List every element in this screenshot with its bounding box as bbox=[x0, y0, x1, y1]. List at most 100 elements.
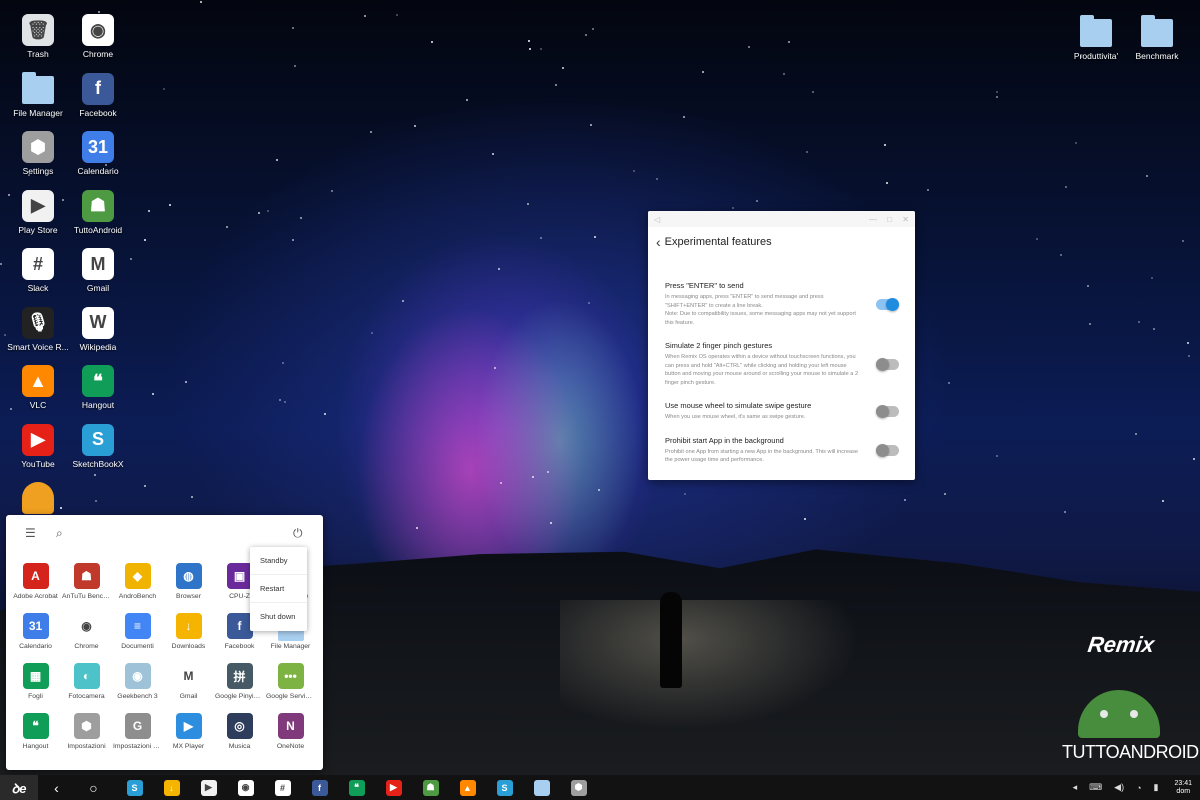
setting-toggle[interactable] bbox=[876, 298, 899, 311]
google-services-icon: ••• bbox=[277, 663, 304, 689]
battery-icon[interactable]: ▮ bbox=[1154, 782, 1159, 793]
wikipedia-icon: W bbox=[82, 306, 114, 339]
app-label: Facebook bbox=[224, 643, 255, 650]
volume-icon[interactable]: ◀) bbox=[1114, 782, 1124, 793]
folder-icon bbox=[22, 71, 54, 105]
icon-glyph: A bbox=[31, 569, 40, 583]
taskbar-vlc-icon[interactable]: ▲ bbox=[459, 779, 476, 796]
setting-description: Prohibit one App from starting a new App… bbox=[665, 448, 858, 464]
desktop-icon-gmail[interactable]: M Gmail bbox=[62, 248, 134, 293]
mx-player-icon: ▶ bbox=[175, 713, 202, 739]
setting-row: Press "ENTER" to send In messaging apps, … bbox=[648, 281, 915, 327]
desktop-icon-sketchbook[interactable]: S SketchBookX bbox=[62, 423, 134, 469]
taskbar-slack-icon[interactable]: # bbox=[274, 779, 291, 796]
start-button[interactable]: ꝺe bbox=[0, 775, 38, 800]
app-chrome[interactable]: ◉ Chrome bbox=[61, 611, 112, 661]
setting-toggle[interactable] bbox=[876, 358, 899, 371]
star bbox=[562, 67, 564, 69]
star bbox=[282, 362, 284, 364]
star bbox=[684, 493, 686, 495]
sort-list-icon[interactable]: ☰ bbox=[25, 526, 36, 540]
app-settings[interactable]: ⬢ Impostazioni bbox=[61, 711, 112, 761]
star bbox=[592, 28, 594, 30]
close-icon[interactable]: ✕ bbox=[902, 215, 909, 224]
app-label: Impostazioni G... bbox=[113, 743, 163, 750]
taskbar-folder-icon[interactable] bbox=[533, 779, 550, 796]
maximize-icon[interactable]: □ bbox=[887, 215, 892, 224]
desktop-icon-tuttoandroid[interactable]: ☗ TuttoAndroid bbox=[62, 189, 134, 235]
clock[interactable]: 23:41 dom bbox=[1174, 780, 1192, 796]
taskbar-sketchbook-icon[interactable]: S bbox=[126, 779, 143, 796]
taskbar-play-store-icon[interactable]: ▶ bbox=[200, 779, 217, 796]
app-pinyin[interactable]: 拼 Google Pinyin I... bbox=[214, 661, 265, 711]
taskbar-youtube-icon[interactable]: ▶ bbox=[385, 779, 402, 796]
star bbox=[1151, 277, 1153, 279]
taskbar-hangout-icon[interactable]: ❝ bbox=[348, 779, 365, 796]
app-androbench[interactable]: ◆ AndroBench bbox=[112, 561, 163, 611]
keyboard-icon[interactable]: ⌨ bbox=[1089, 782, 1102, 793]
nav-back-icon[interactable]: ‹ bbox=[38, 780, 75, 796]
app-label: Adobe Acrobat bbox=[13, 593, 58, 600]
power-icon[interactable]: ⏻ bbox=[293, 526, 303, 541]
shut-down-option[interactable]: Shut down bbox=[250, 603, 307, 631]
desktop-icon-wikipedia[interactable]: W Wikipedia bbox=[62, 306, 134, 352]
icon-glyph: 🎙 bbox=[26, 312, 50, 332]
app-sheets[interactable]: ▦ Fogli bbox=[10, 661, 61, 711]
star bbox=[498, 268, 500, 270]
app-label: Google Pinyin I... bbox=[215, 693, 265, 700]
back-arrow-icon[interactable]: ‹ bbox=[656, 235, 661, 249]
desktop-icon-hangout[interactable]: ❝ Hangout bbox=[62, 365, 134, 410]
app-camera[interactable]: ◐ Fotocamera bbox=[61, 661, 112, 711]
desktop-icon-chrome[interactable]: ◉ Chrome bbox=[62, 14, 134, 59]
app-browser[interactable]: ◍ Browser bbox=[163, 561, 214, 611]
star bbox=[540, 48, 542, 50]
remix-logo: Remix bbox=[1086, 632, 1156, 657]
app-geekbench[interactable]: ◉ Geekbench 3 bbox=[112, 661, 163, 711]
standby-option[interactable]: Standby bbox=[250, 547, 307, 575]
desktop-icon-facebook[interactable]: f Facebook bbox=[62, 72, 134, 118]
app-antutu[interactable]: ☗ AnTuTu Bench... bbox=[61, 561, 112, 611]
restart-option[interactable]: Restart bbox=[250, 575, 307, 603]
app-google-settings[interactable]: G Impostazioni G... bbox=[112, 711, 163, 761]
taskbar-settings-icon[interactable]: ⬢ bbox=[570, 779, 587, 796]
window-header: ‹ Experimental features bbox=[648, 227, 915, 255]
setting-toggle[interactable] bbox=[876, 405, 899, 419]
setting-toggle[interactable] bbox=[876, 444, 899, 457]
icon-glyph: ▶ bbox=[390, 782, 397, 792]
star bbox=[292, 239, 294, 241]
app-calendar[interactable]: 31 Calendario bbox=[10, 611, 61, 661]
star bbox=[466, 99, 468, 101]
window-titlebar[interactable]: ◁ — □ ✕ bbox=[648, 211, 915, 227]
app-music[interactable]: ◎ Musica bbox=[214, 711, 265, 761]
app-docs[interactable]: ≡ Documenti bbox=[112, 611, 163, 661]
setting-title: Press "ENTER" to send bbox=[665, 281, 744, 290]
taskbar-sketchbook-icon[interactable]: S bbox=[496, 779, 513, 796]
star bbox=[294, 65, 296, 67]
app-hangout[interactable]: ❝ Hangout bbox=[10, 711, 61, 761]
icon-glyph: ❝ bbox=[32, 719, 39, 733]
wifi-icon[interactable]: ◔ bbox=[1136, 783, 1141, 793]
browser-icon: ◍ bbox=[175, 563, 202, 589]
taskbar-tuttoandroid-icon[interactable]: ☗ bbox=[422, 779, 439, 796]
desktop-folder-benchmark[interactable]: Benchmark bbox=[1121, 15, 1193, 61]
app-onenote[interactable]: N OneNote bbox=[265, 711, 316, 761]
app-mx-player[interactable]: ▶ MX Player bbox=[163, 711, 214, 761]
tray-expand-icon[interactable]: ◂ bbox=[1073, 782, 1078, 793]
desktop-icon-music[interactable] bbox=[2, 482, 74, 514]
app-google-services[interactable]: ••• Google Service... bbox=[265, 661, 316, 711]
minimize-icon[interactable]: — bbox=[869, 215, 877, 224]
camera-icon: ◐ bbox=[73, 663, 100, 689]
experimental-features-window: ◁ — □ ✕ ‹ Experimental features Press "E… bbox=[648, 211, 915, 480]
app-downloads[interactable]: ↓ Downloads bbox=[163, 611, 214, 661]
app-label: Hangout bbox=[22, 743, 49, 750]
star bbox=[788, 41, 790, 43]
desktop-icon-calendar[interactable]: 31 Calendario bbox=[62, 131, 134, 176]
window-back-icon[interactable]: ◁ bbox=[654, 215, 660, 224]
app-adobe-acrobat[interactable]: A Adobe Acrobat bbox=[10, 561, 61, 611]
search-icon[interactable]: ⌕ bbox=[56, 526, 63, 541]
taskbar-downloads-icon[interactable]: ↓ bbox=[163, 779, 180, 796]
taskbar-chrome-icon[interactable]: ◉ bbox=[237, 779, 254, 796]
app-gmail[interactable]: M Gmail bbox=[163, 661, 214, 711]
nav-home-icon[interactable]: ○ bbox=[75, 780, 112, 796]
taskbar-facebook-icon[interactable]: f bbox=[311, 779, 328, 796]
